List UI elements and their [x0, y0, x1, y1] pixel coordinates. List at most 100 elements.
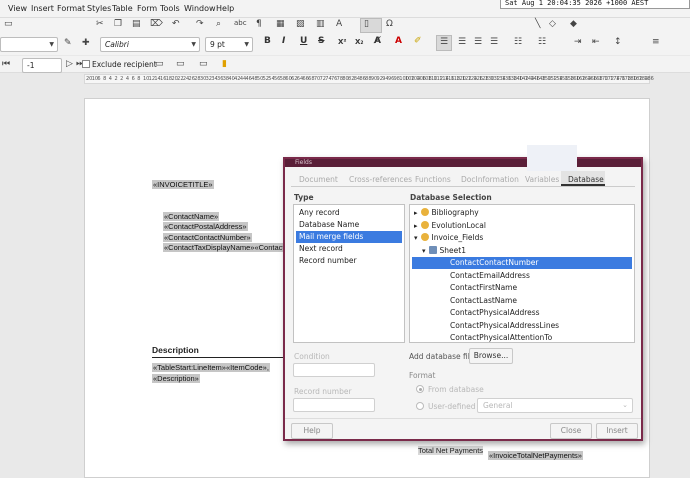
bold-icon[interactable]: B [264, 36, 271, 46]
database-tree[interactable]: ▸ Bibliography ▸ EvolutionLocal ▾ Invoice_Fie… [409, 204, 635, 343]
italic-icon[interactable]: I [282, 36, 285, 46]
bullet-list-icon[interactable]: ☷ [514, 37, 522, 47]
tree-item[interactable]: ContactPhysicalAttentionTo [412, 332, 632, 342]
cut-icon[interactable]: ✂ [96, 19, 104, 29]
type-item-any-record[interactable]: Any record [296, 207, 402, 219]
tab-docinformation[interactable]: DocInformation [461, 175, 519, 184]
numbered-list-icon[interactable]: ☷ [538, 37, 546, 47]
help-button[interactable]: Help [291, 423, 333, 439]
highlight-color-icon[interactable]: ✐ [414, 36, 422, 46]
type-item-database-name[interactable]: Database Name [296, 219, 402, 231]
menu-format[interactable]: Format [57, 4, 85, 13]
decrease-indent-icon[interactable]: ⇤ [592, 37, 600, 47]
spellcheck-icon[interactable]: abc [234, 19, 247, 27]
font-size-combo[interactable]: 9 pt ▼ [205, 37, 253, 52]
format-combo[interactable]: General ⌄ [477, 398, 633, 413]
find-replace-icon[interactable]: ⌕ [216, 19, 221, 29]
type-item-mail-merge-fields[interactable]: Mail merge fields [296, 231, 402, 243]
print-merged-icon[interactable]: ▭ [199, 59, 208, 69]
record-number-input[interactable] [293, 398, 375, 412]
collapsed-arrow-icon[interactable]: ▸ [414, 209, 418, 217]
shape-icon[interactable]: ◇ [549, 19, 556, 29]
next-record-icon[interactable]: ▷ [66, 59, 73, 69]
contact-name-field[interactable]: «ContactName» [163, 212, 220, 221]
special-character-icon[interactable]: Ω [386, 19, 393, 29]
new-style-icon[interactable]: ✚ [82, 38, 90, 48]
superscript-icon[interactable]: X² [338, 38, 346, 46]
tree-item[interactable]: ▾ Invoice_Fields [412, 232, 632, 244]
edit-individual-icon[interactable]: ▭ [155, 59, 164, 69]
save-merged-icon[interactable]: ▭ [176, 59, 185, 69]
horizontal-ruler[interactable]: 20 10 6 8 4 2 2 4 6 8 10 12 14 16 18 20 22 24 26 28 30 32 34 36… [84, 74, 654, 84]
tab-document[interactable]: Document [299, 175, 338, 184]
tree-item[interactable]: ContactFirstName [412, 282, 632, 294]
strikethrough-icon[interactable]: S [318, 36, 324, 46]
clone-formatting-icon[interactable]: ⌦ [150, 19, 163, 29]
save-icon[interactable]: ▭ [4, 19, 13, 29]
tab-cross-references[interactable]: Cross-references [349, 175, 412, 184]
description-field[interactable]: «Description» [152, 374, 200, 383]
tab-variables[interactable]: Variables [525, 175, 559, 184]
insert-chart-icon[interactable]: ▥ [316, 19, 325, 29]
tree-item[interactable]: ContactEmailAddress [412, 270, 632, 282]
close-button[interactable]: Close [550, 423, 592, 439]
paragraph-spacing-icon[interactable]: ≡ [652, 37, 660, 47]
font-name-combo[interactable]: Calibri ▼ [100, 37, 200, 52]
paste-icon[interactable]: ▤ [132, 19, 141, 29]
menu-tools[interactable]: Tools [160, 4, 180, 13]
align-center-icon[interactable]: ☰ [458, 37, 466, 47]
expanded-arrow-icon[interactable]: ▾ [414, 234, 418, 242]
redo-icon[interactable]: ↷ [196, 19, 204, 29]
subscript-icon[interactable]: X₂ [355, 38, 363, 46]
tree-item[interactable]: ContactContactNumber [412, 257, 632, 269]
formatting-marks-icon[interactable]: ¶ [256, 19, 262, 29]
insert-textbox-icon[interactable]: A [336, 19, 342, 29]
update-style-icon[interactable]: ✎ [64, 38, 72, 48]
menu-insert[interactable]: Insert [31, 4, 54, 13]
tree-item[interactable]: ContactPhysicalAddressLines [412, 320, 632, 332]
user-defined-radio[interactable] [416, 402, 424, 410]
type-item-record-number[interactable]: Record number [296, 255, 402, 267]
line-spacing-icon[interactable]: ↕ [614, 37, 622, 47]
more-shapes-icon[interactable]: ◆ [570, 19, 577, 29]
expanded-arrow-icon[interactable]: ▾ [422, 247, 426, 255]
font-color-icon[interactable]: A [395, 36, 402, 46]
clear-formatting-icon[interactable]: A̸ [374, 36, 381, 46]
copy-icon[interactable]: ❐ [114, 19, 122, 29]
insert-table-icon[interactable]: ▦ [276, 19, 285, 29]
contact-contact-number-field[interactable]: «ContactContactNumber» [163, 233, 252, 242]
tree-item[interactable]: ContactLastName [412, 295, 632, 307]
menu-help[interactable]: Help [216, 4, 234, 13]
contact-tax-display-name-field[interactable]: «ContactTaxDisplayName»«Contact [163, 243, 286, 252]
insert-field-button[interactable]: ▯ [360, 18, 382, 33]
underline-icon[interactable]: U [300, 36, 307, 46]
exclude-recipient-checkbox[interactable] [82, 60, 90, 68]
tree-item[interactable]: ▸ EvolutionLocal [412, 220, 632, 232]
align-left-button[interactable]: ☰ [436, 35, 452, 51]
invoice-title-field[interactable]: «INVOICETITLE» [152, 180, 214, 189]
type-list[interactable]: Any record Database Name Mail merge fiel… [293, 204, 405, 343]
menu-table[interactable]: Table [112, 4, 133, 13]
menu-styles[interactable]: Styles [87, 4, 111, 13]
tree-item[interactable]: ContactPhysicalAddress [412, 307, 632, 319]
insert-button[interactable]: Insert [596, 423, 638, 439]
undo-icon[interactable]: ↶ [172, 19, 180, 29]
from-database-radio[interactable] [416, 385, 424, 393]
database-icon[interactable]: ▮ [222, 59, 227, 69]
menu-view[interactable]: View [8, 4, 27, 13]
tree-item[interactable]: ▸ Bibliography [412, 207, 632, 219]
menu-form[interactable]: Form [137, 4, 157, 13]
type-item-next-record[interactable]: Next record [296, 243, 402, 255]
justify-icon[interactable]: ☰ [490, 37, 498, 47]
browse-button[interactable]: Browse... [469, 348, 513, 364]
increase-indent-icon[interactable]: ⇥ [574, 37, 582, 47]
table-start-field[interactable]: «TableStart:LineItem»«ItemCode», [152, 363, 270, 372]
line-icon[interactable]: ╲ [535, 19, 540, 29]
tab-functions[interactable]: Functions [415, 175, 451, 184]
align-right-icon[interactable]: ☰ [474, 37, 482, 47]
menu-window[interactable]: Window [184, 4, 216, 13]
tab-database[interactable]: Database [568, 175, 604, 184]
first-record-icon[interactable]: ⏮ [2, 59, 10, 69]
collapsed-arrow-icon[interactable]: ▸ [414, 222, 418, 230]
condition-input[interactable] [293, 363, 375, 377]
